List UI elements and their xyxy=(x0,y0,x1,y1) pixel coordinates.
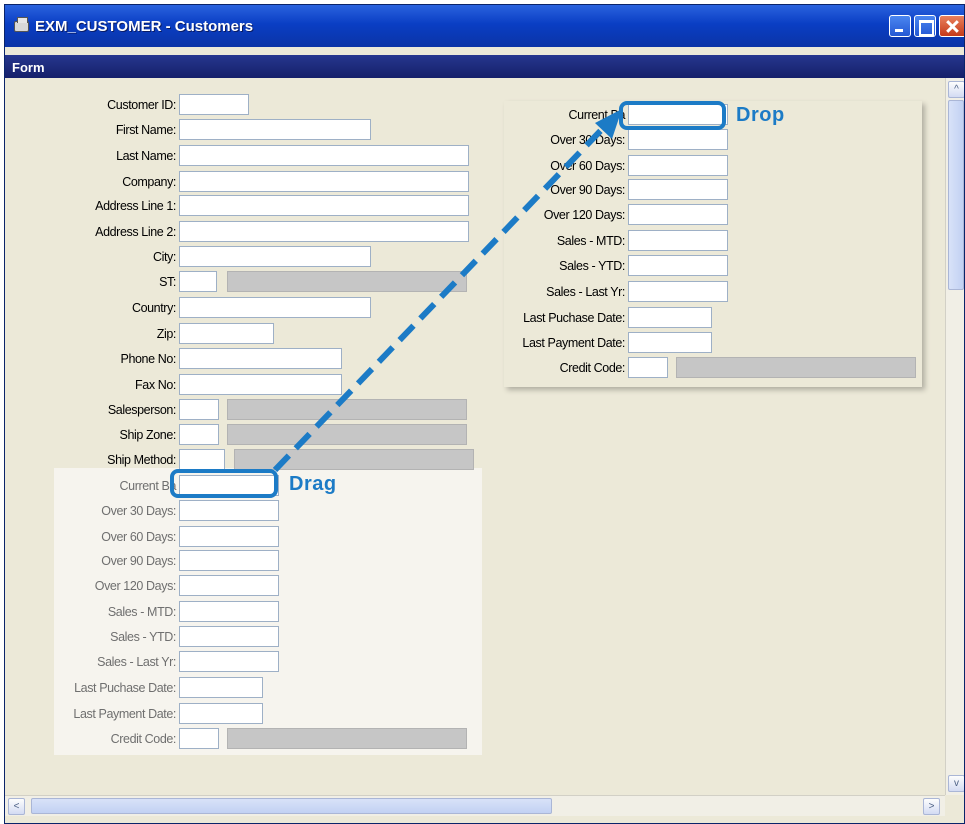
drop-target-highlight xyxy=(619,101,726,130)
drag-source-highlight xyxy=(170,469,278,498)
drag-drop-arrow xyxy=(272,109,622,473)
drag-path-line xyxy=(272,120,611,473)
drop-label: Drop xyxy=(736,104,785,126)
drag-label: Drag xyxy=(289,473,337,495)
customers-window: EXM_CUSTOMER - Customers Form Customer I… xyxy=(4,4,965,824)
